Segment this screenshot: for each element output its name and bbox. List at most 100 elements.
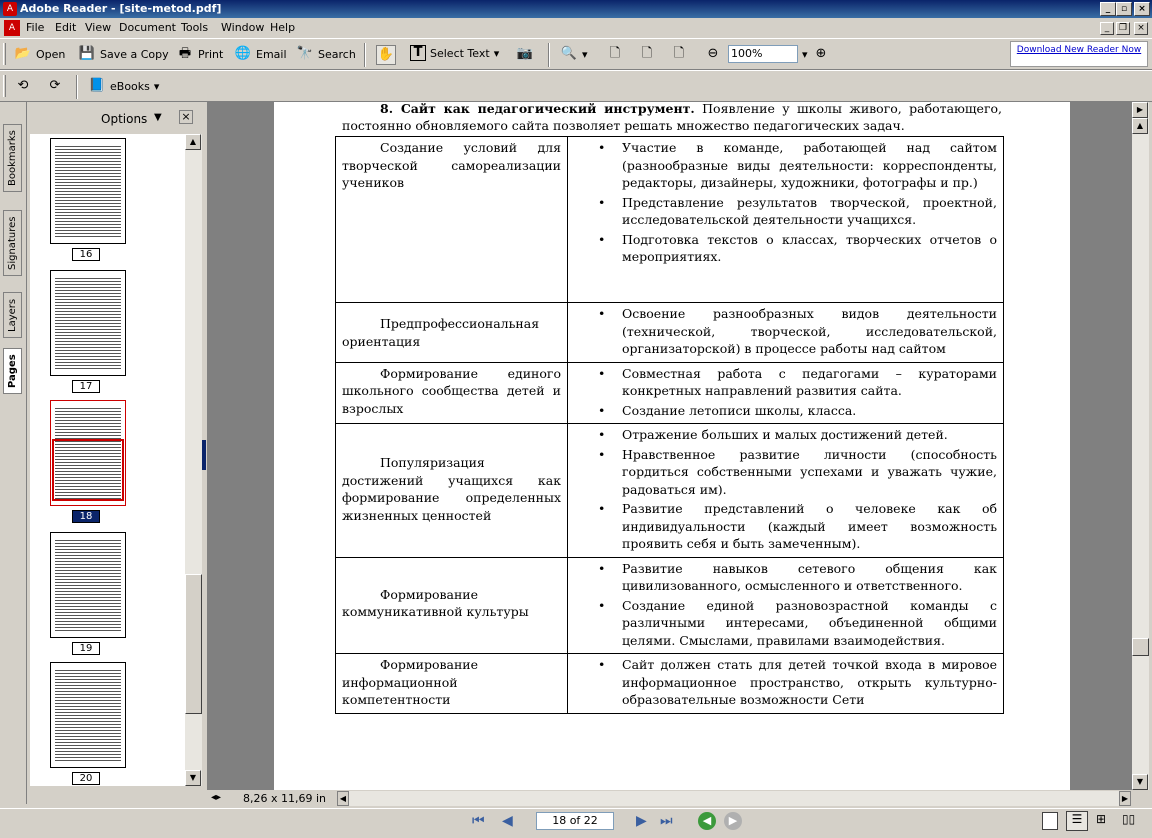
tab-layers[interactable]: Layers: [3, 292, 22, 338]
thumbnail-scrollbar[interactable]: ▲ ▼: [185, 134, 202, 786]
rotate-cw-button[interactable]: ⟳: [46, 77, 64, 95]
select-text-button[interactable]: T Select Text ▾: [410, 45, 499, 61]
tab-pages[interactable]: Pages: [3, 348, 22, 394]
document-scrollbar[interactable]: ▶ ▲ ▼: [1132, 102, 1149, 790]
doc-restore-button[interactable]: ❐: [1116, 22, 1130, 35]
facing-pages-icon[interactable]: ⊞: [1096, 812, 1106, 826]
scroll-up-icon[interactable]: ▶: [1132, 102, 1148, 118]
thumbnail-page-16[interactable]: [50, 138, 126, 244]
tab-signatures[interactable]: Signatures: [3, 210, 22, 276]
dropdown-arrow-icon[interactable]: ▾: [802, 48, 808, 61]
menu-edit[interactable]: Edit: [55, 21, 76, 34]
document-icon[interactable]: A: [4, 20, 20, 36]
go-back-icon[interactable]: ◀: [698, 812, 716, 830]
viewport-indicator[interactable]: [52, 439, 124, 501]
scroll-down-icon[interactable]: ▼: [185, 770, 201, 786]
table-cell-left: Формирование информационной компетентнос…: [335, 653, 568, 714]
previous-page-icon[interactable]: ◀: [502, 813, 513, 829]
snapshot-button[interactable]: 📷: [516, 45, 534, 63]
list-item: Отражение больших и малых достижений дет…: [574, 426, 997, 444]
thumbnail-page-18[interactable]: [50, 400, 126, 506]
download-reader-link[interactable]: Download New Reader Now: [1010, 41, 1148, 67]
ebooks-button[interactable]: 📘 eBooks ▾: [88, 77, 160, 95]
list-item: Совместная работа с педагогами – куратор…: [574, 365, 997, 400]
resize-arrows-icon[interactable]: ◂▸: [211, 792, 221, 803]
first-page-icon[interactable]: ⏮: [472, 813, 485, 829]
continuous-icon[interactable]: ☰: [1066, 811, 1088, 831]
zoom-combo[interactable]: 100% ▾: [728, 45, 808, 63]
print-button[interactable]: 🖶 Print: [176, 45, 223, 63]
page-navigation-bar: ⏮ ◀ 18 of 22 ▶ ⏭ ◀ ▶ ☰ ⊞ ▯▯: [0, 808, 1152, 838]
close-button[interactable]: ×: [1134, 2, 1150, 16]
zoom-in-tool-button[interactable]: 🔍 ▾: [560, 45, 588, 63]
thumbnail-label: 20: [72, 772, 100, 785]
thumbnail-page-17[interactable]: [50, 270, 126, 376]
dropdown-arrow-icon[interactable]: ▾: [154, 80, 160, 93]
doc-minimize-button[interactable]: _: [1100, 22, 1114, 35]
dropdown-arrow-icon[interactable]: ▼: [154, 112, 162, 123]
toolbar-separator: [364, 43, 366, 67]
menu-file[interactable]: File: [26, 21, 44, 34]
scroll-right-icon[interactable]: ▶: [1119, 791, 1131, 806]
scroll-thumb[interactable]: [1132, 638, 1149, 656]
camera-icon: 📷: [516, 46, 534, 61]
minimize-button[interactable]: _: [1100, 2, 1116, 16]
table-row: Популяризация достижений учащихся как фо…: [335, 423, 1004, 558]
main-toolbar: 📂 Open 💾 Save a Copy 🖶 Print 🌐 Email 🔭 Search…: [0, 38, 1152, 70]
table-cell-left: Формирование коммуникативной культуры: [335, 556, 568, 654]
toolbar-grip[interactable]: [3, 75, 6, 97]
scroll-thumb[interactable]: [185, 574, 202, 714]
page-number-input[interactable]: 18 of 22: [536, 812, 614, 830]
hand-tool-button[interactable]: ✋: [376, 45, 396, 65]
maximize-button[interactable]: ▫: [1116, 2, 1132, 16]
single-page-icon[interactable]: [1042, 812, 1058, 830]
plus-circle-icon: ⊕: [815, 46, 827, 61]
dropdown-arrow-icon[interactable]: ▾: [582, 48, 588, 61]
table-cell-right: Развитие навыков сетевого общения как ци…: [567, 556, 1004, 654]
options-menu[interactable]: Options: [101, 112, 147, 126]
last-page-icon[interactable]: ⏭: [660, 813, 673, 829]
rotate-ccw-button[interactable]: ⟲: [14, 77, 32, 95]
menu-view[interactable]: View: [85, 21, 111, 34]
thumbnail-label: 17: [72, 380, 100, 393]
table-row: Формирование единого школьного сообществ…: [335, 361, 1004, 424]
folder-open-icon: 📂: [14, 46, 32, 61]
save-copy-button[interactable]: 💾 Save a Copy: [78, 45, 169, 63]
search-button[interactable]: 🔭 Search: [296, 45, 356, 63]
actual-size-button[interactable]: 🗋: [606, 45, 624, 63]
horizontal-scrollbar[interactable]: [349, 791, 1119, 806]
table-cell-right: Участие в команде, работающей над сайтом…: [567, 136, 1004, 303]
globe-mail-icon: 🌐: [234, 46, 252, 61]
next-page-icon[interactable]: ▶: [636, 813, 647, 829]
toolbar-grip[interactable]: [3, 43, 6, 65]
zoom-field[interactable]: 100%: [728, 45, 798, 63]
dropdown-arrow-icon[interactable]: ▾: [494, 47, 500, 60]
zoom-out-button[interactable]: ⊖: [704, 45, 722, 63]
menu-tools[interactable]: Tools: [181, 21, 208, 34]
menu-document[interactable]: Document: [119, 21, 176, 34]
fit-width-button[interactable]: 🗋: [670, 45, 688, 63]
thumbnail-page-19[interactable]: [50, 532, 126, 638]
close-panel-icon[interactable]: ×: [179, 110, 193, 124]
scroll-up-icon[interactable]: ▲: [185, 134, 201, 150]
continuous-facing-icon[interactable]: ▯▯: [1122, 812, 1135, 826]
list-item: Создание единой разновозрастной команды …: [574, 597, 997, 650]
scroll-down-icon[interactable]: ▼: [1132, 774, 1148, 790]
tab-bookmarks[interactable]: Bookmarks: [3, 124, 22, 192]
table-cell-left: Популяризация достижений учащихся как фо…: [335, 423, 568, 558]
open-button[interactable]: 📂 Open: [14, 45, 65, 63]
thumbnail-page-20[interactable]: [50, 662, 126, 768]
page-icon: 🗋: [609, 46, 621, 61]
list-item: Развитие навыков сетевого общения как ци…: [574, 560, 997, 595]
email-button[interactable]: 🌐 Email: [234, 45, 287, 63]
scroll-left-icon[interactable]: ◀: [337, 791, 349, 806]
menu-help[interactable]: Help: [270, 21, 295, 34]
table-row: Формирование информационной компетентнос…: [335, 653, 1004, 714]
doc-close-button[interactable]: ×: [1134, 22, 1148, 35]
panel-splitter[interactable]: [202, 440, 206, 470]
zoom-in-button[interactable]: ⊕: [812, 45, 830, 63]
fit-page-button[interactable]: 🗋: [638, 45, 656, 63]
scroll-up-icon[interactable]: ▲: [1132, 118, 1148, 134]
go-forward-icon[interactable]: ▶: [724, 812, 742, 830]
menu-window[interactable]: Window: [221, 21, 264, 34]
